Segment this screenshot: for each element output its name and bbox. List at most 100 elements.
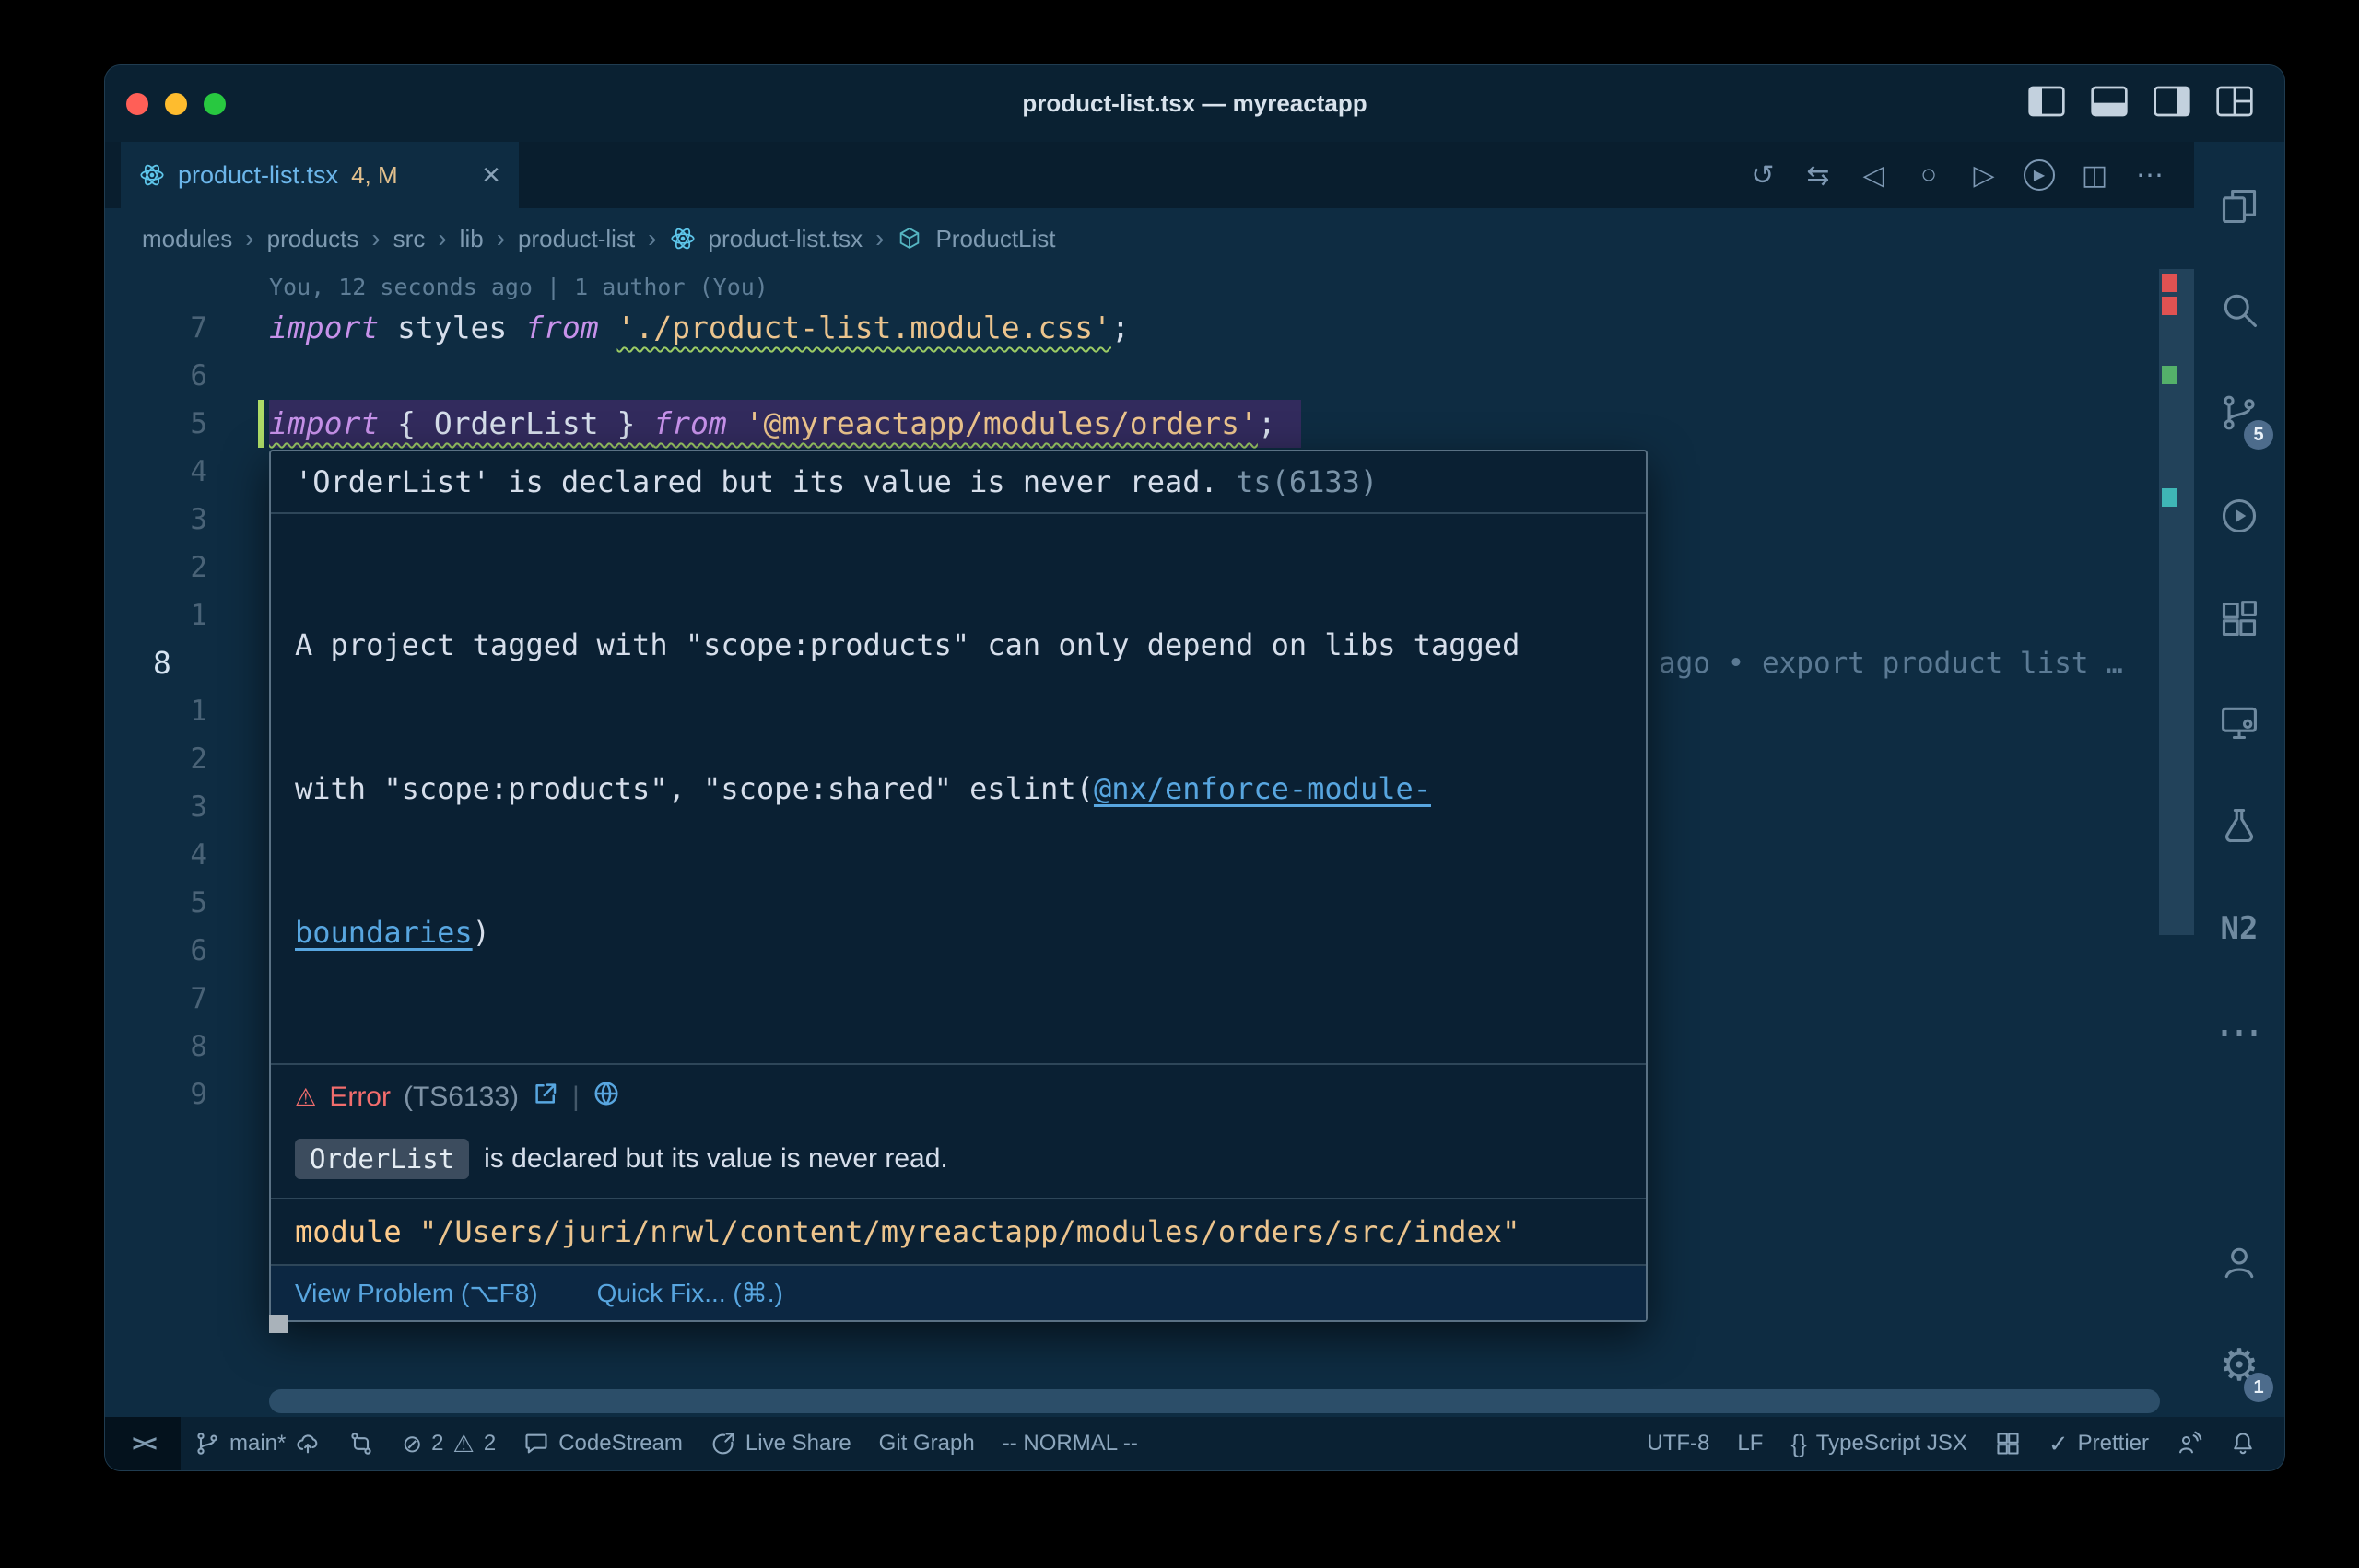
- eslint-rule-link[interactable]: @nx/enforce-module-: [1094, 771, 1431, 806]
- hover-title-message: 'OrderList' is declared but its value is…: [295, 464, 1218, 499]
- quick-fix-action[interactable]: Quick Fix... (⌘.): [597, 1278, 783, 1308]
- problems-status[interactable]: ⊘ 2 ⚠ 2: [388, 1417, 510, 1470]
- close-tab-icon[interactable]: ×: [482, 158, 500, 193]
- breadcrumb-item-src[interactable]: src: [393, 225, 426, 253]
- remote-indicator[interactable]: ><: [105, 1417, 181, 1470]
- ellipsis: ⋯: [2217, 1006, 2261, 1058]
- vim-mode-status[interactable]: -- NORMAL --: [989, 1417, 1152, 1470]
- line-number: 5: [105, 879, 207, 927]
- line-number: 4: [105, 448, 207, 496]
- compare-branches-status[interactable]: [334, 1417, 388, 1470]
- hover-resize-handle[interactable]: [269, 1315, 288, 1333]
- git-graph-status[interactable]: Git Graph: [865, 1417, 989, 1470]
- code-token: ;: [1258, 405, 1276, 441]
- settings-gear-icon[interactable]: ⚙ 1: [2194, 1314, 2284, 1417]
- close-window-button[interactable]: [126, 93, 148, 115]
- error-code: (TS6133): [404, 1082, 519, 1113]
- breadcrumb-item-modules[interactable]: modules: [142, 225, 232, 253]
- code-token-string: './product-list.module.css': [617, 310, 1111, 345]
- search-icon[interactable]: [2194, 258, 2284, 361]
- lint-text: with "scope:products", "scope:shared" es…: [295, 771, 1094, 806]
- breadcrumb-item-lib[interactable]: lib: [460, 225, 484, 253]
- eslint-rule-link[interactable]: boundaries: [295, 915, 473, 950]
- next-change-icon[interactable]: ▷: [1962, 153, 2006, 197]
- git-codelens[interactable]: You, 12 seconds ago | 1 author (You): [269, 272, 769, 303]
- minimize-window-button[interactable]: [165, 93, 187, 115]
- toggle-panel-right-icon[interactable]: [2154, 86, 2190, 122]
- zoom-window-button[interactable]: [204, 93, 226, 115]
- horizontal-scrollbar[interactable]: [269, 1389, 2160, 1413]
- eol-label: LF: [1737, 1431, 1763, 1457]
- error-count: 2: [431, 1431, 443, 1457]
- breadcrumb-separator: ›: [875, 224, 884, 253]
- globe-icon[interactable]: [593, 1080, 620, 1115]
- explorer-icon[interactable]: [2194, 155, 2284, 258]
- layout-customize-icon[interactable]: [2216, 86, 2253, 122]
- split-editor-icon[interactable]: ◫: [2072, 153, 2117, 197]
- breadcrumb-item-product-list[interactable]: product-list: [518, 225, 635, 253]
- line-number: 2: [105, 544, 207, 591]
- lint-text: ): [473, 915, 490, 950]
- extensions-icon[interactable]: [2194, 568, 2284, 671]
- run-debug-icon[interactable]: [2194, 464, 2284, 568]
- source-control-icon[interactable]: 5: [2194, 361, 2284, 464]
- toggle-panel-bottom-icon[interactable]: [2091, 86, 2128, 122]
- nx-console-icon[interactable]: N2: [2194, 877, 2284, 980]
- timeline-history-icon[interactable]: ↺: [1741, 153, 1785, 197]
- line-number: 7: [105, 304, 207, 352]
- line-number: 4: [105, 831, 207, 879]
- tab-problems-badge: 4, M: [351, 161, 398, 190]
- braces-icon: {}: [1790, 1430, 1806, 1458]
- code-editor[interactable]: You, 12 seconds ago | 1 author (You) 7 6…: [105, 269, 2194, 1417]
- tab-product-list[interactable]: product-list.tsx 4, M ×: [121, 142, 519, 208]
- code-line-import-orderlist[interactable]: import { OrderList } from '@myreactapp/m…: [269, 400, 1276, 448]
- test-beaker-icon[interactable]: [2194, 774, 2284, 877]
- comment-bubble-icon: [523, 1431, 549, 1457]
- activity-bar: 5 N2 ⋯ ⚙: [2194, 142, 2284, 1417]
- traffic-lights: [105, 93, 226, 115]
- change-indicator-icon[interactable]: ○: [1907, 153, 1951, 197]
- hover-error-section: ⚠ Error(TS6133) | OrderList is declared …: [271, 1065, 1646, 1198]
- live-share-contacts-status[interactable]: [2163, 1417, 2216, 1470]
- code-line-import-styles[interactable]: import styles from './product-list.modul…: [269, 304, 1130, 352]
- encoding-status[interactable]: UTF-8: [1633, 1417, 1723, 1470]
- notifications-status[interactable]: [2216, 1417, 2270, 1470]
- compare-branches-icon: [348, 1431, 374, 1457]
- git-branch-status[interactable]: main*: [181, 1417, 334, 1470]
- more-actions-icon[interactable]: ⋯: [2128, 153, 2172, 197]
- ports-status[interactable]: [1981, 1417, 2035, 1470]
- line-number: 1: [105, 591, 207, 639]
- toggle-panel-left-icon[interactable]: [2028, 86, 2065, 122]
- editor-toolbar: ↺ ⇆ ◁ ○ ▷ ▶ ◫ ⋯: [1741, 142, 2194, 208]
- run-file-icon[interactable]: ▶: [2017, 153, 2061, 197]
- language-mode-status[interactable]: {} TypeScript JSX: [1777, 1417, 1980, 1470]
- language-label: TypeScript JSX: [1816, 1431, 1967, 1457]
- live-share-status[interactable]: Live Share: [697, 1417, 865, 1470]
- vim-mode-label: -- NORMAL --: [1003, 1431, 1138, 1457]
- vscode-window: product-list.tsx — myreactapp: [104, 64, 2285, 1471]
- account-icon[interactable]: [2194, 1211, 2284, 1314]
- code-token: from: [653, 405, 745, 441]
- breadcrumb-separator: ›: [648, 224, 656, 253]
- warning-icon: ⚠: [453, 1430, 475, 1458]
- breadcrumb-item-file[interactable]: product-list.tsx: [709, 225, 863, 253]
- remote-explorer-icon[interactable]: [2194, 671, 2284, 774]
- more-views-icon[interactable]: ⋯: [2194, 980, 2284, 1083]
- status-bar: >< main* ⊘ 2 ⚠ 2 CodeStream Live Share G…: [105, 1417, 2284, 1470]
- view-problem-action[interactable]: View Problem (⌥F8): [295, 1278, 538, 1308]
- warning-count: 2: [484, 1431, 496, 1457]
- error-label: Error: [329, 1082, 391, 1113]
- eol-status[interactable]: LF: [1723, 1417, 1777, 1470]
- open-external-icon[interactable]: [532, 1080, 559, 1115]
- codestream-status[interactable]: CodeStream: [510, 1417, 697, 1470]
- breadcrumb-item-products[interactable]: products: [267, 225, 359, 253]
- react-icon: [139, 162, 165, 188]
- breadcrumb-item-symbol[interactable]: ProductList: [935, 225, 1055, 253]
- previous-change-icon[interactable]: ◁: [1851, 153, 1895, 197]
- git-compare-icon[interactable]: ⇆: [1796, 153, 1840, 197]
- overview-ruler[interactable]: [2159, 269, 2194, 1417]
- prettier-status[interactable]: ✓ Prettier: [2035, 1417, 2163, 1470]
- tab-label: product-list.tsx: [178, 161, 338, 190]
- check-icon: ✓: [2048, 1430, 2069, 1458]
- change-mark: [2162, 366, 2177, 384]
